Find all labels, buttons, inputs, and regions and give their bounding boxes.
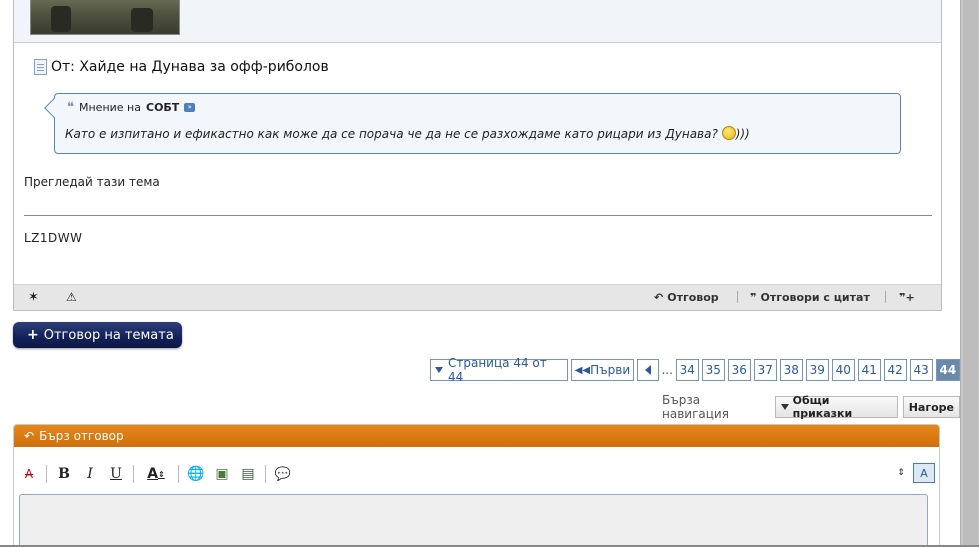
plus-icon: + [27,327,39,343]
quote-icon: ❝ [67,100,74,115]
smiley-icon [721,126,736,140]
post-footer: ✶ ⚠ ↶ Отговор ❞ Отговори с цитат ❞+ [14,284,941,310]
page-link[interactable]: 43 [909,359,933,381]
quote-arrow [44,98,64,118]
switch-editor-mode-icon[interactable]: A [913,463,935,483]
toolbar-separator [46,465,47,483]
editor-toolbar: A B I U A ⇕ 🌐 ▣ ▤ 💬 [20,463,292,485]
quick-reply-title: Бърз отговор [39,429,124,443]
forum-select-dropdown[interactable]: Общи приказки [774,394,898,420]
quote-author: СОБТ [146,101,180,114]
double-left-icon: ◀◀ [574,364,591,376]
page-link[interactable]: 42 [883,359,907,381]
signature-divider [24,215,932,216]
italic-icon[interactable]: I [81,464,99,484]
font-color-icon[interactable]: A ⇕ [142,464,170,484]
vertical-scrollbar[interactable] [960,0,979,547]
quote-block: ❝ Мнение на СОБТ » Като е изпитано и ефи… [44,93,901,154]
reply-to-thread-button[interactable]: + Отговор на темата [13,322,182,348]
reply-textarea[interactable] [19,494,928,547]
post-title: От: Хайде на Дунава за офф-риболов [34,59,329,75]
image-icon[interactable]: ▣ [213,464,231,484]
chevron-left-icon [644,365,651,375]
previous-post-strip [14,0,941,43]
reply-quote-label: Отговори с цитат [760,291,870,304]
post-container: От: Хайде на Дунава за офф-риболов ❝ Мне… [13,0,942,311]
reply-to-thread-label: Отговор на темата [43,327,174,343]
reply-arrow-icon: ↶ [654,291,664,304]
page-link[interactable]: 41 [857,359,881,381]
signature: LZ1DWW [24,231,83,245]
pagination-ellipsis: ... [661,359,673,381]
footer-separator [737,291,738,303]
view-topic-link[interactable]: Прегледай тази тема [24,175,160,189]
forum-select-label: Общи приказки [792,394,853,420]
quote-bubble-icon: ❞ [750,291,757,304]
jump-to-post-icon[interactable]: » [184,103,196,112]
post-title-text: От: Хайде на Дунава за офф-риболов [51,59,329,75]
multi-quote-icon: ❞+ [899,291,915,304]
page-link[interactable]: 37 [753,359,777,381]
quote-prefix: Мнение на [79,101,141,114]
quick-reply-panel: ↶ Бърз отговор A B I U A ⇕ 🌐 ▣ ▤ 💬 ⇕ A [13,424,940,547]
bold-icon[interactable]: B [55,464,73,484]
pagination: Страница 44 от 44 ◀◀ Първи ... 34 35 36 … [430,356,961,384]
chevron-down-icon [435,367,443,373]
page-link[interactable]: 35 [701,359,725,381]
first-page-link[interactable]: ◀◀ Първи [571,359,634,381]
reputation-icon[interactable]: ✶ [28,290,39,305]
quote-body: Като е изпитано и ефикастно как може да … [65,127,718,141]
current-page: 44 [935,359,961,381]
toolbar-separator [265,465,266,483]
toolbar-separator [178,465,179,483]
top-button[interactable]: Нагоре [902,396,960,418]
quick-nav-label: Бърза навигация [662,393,729,421]
previous-page-link[interactable] [636,359,659,381]
footer-separator [885,291,886,303]
scrollbar-track[interactable] [963,0,978,547]
page-link[interactable]: 36 [727,359,751,381]
reply-button[interactable]: ↶ Отговор [654,291,719,304]
resize-toggle-icon[interactable]: ⇕ [892,463,910,483]
reply-with-quote-button[interactable]: ❞ Отговори с цитат [750,291,870,304]
quote-header: ❝ Мнение на СОБТ » [67,100,196,115]
page-content: От: Хайде на Дунава за офф-риболов ❝ Мне… [0,0,961,547]
quick-navigation: Бърза навигация Общи приказки Нагоре [662,393,960,421]
page-jump-dropdown[interactable]: Страница 44 от 44 [430,356,569,384]
link-icon[interactable]: 🌐 [187,464,205,484]
toolbar-separator [133,465,134,483]
page-label: Страница 44 от 44 [448,356,547,384]
quote-insert-icon[interactable]: 💬 [274,464,292,484]
first-page-label: Първи [590,363,631,377]
reply-label: Отговор [667,291,719,304]
page-link[interactable]: 39 [805,359,829,381]
quote-suffix: ))) [735,127,750,141]
quick-reply-header: ↶ Бърз отговор [14,425,939,447]
underline-icon[interactable]: U [107,464,125,484]
video-icon[interactable]: ▤ [239,464,257,484]
quote-text: Като е изпитано и ефикастно как може да … [65,126,750,141]
page-link[interactable]: 38 [779,359,803,381]
attachment-thumbnail[interactable] [30,0,180,35]
reply-arrow-icon: ↶ [24,429,35,443]
remove-format-icon[interactable]: A [20,464,38,484]
report-icon[interactable]: ⚠ [66,290,77,304]
multi-quote-button[interactable]: ❞+ [899,291,915,304]
page-link[interactable]: 34 [675,359,699,381]
page-link[interactable]: 40 [831,359,855,381]
chevron-down-icon [780,404,789,410]
document-icon [34,59,47,75]
